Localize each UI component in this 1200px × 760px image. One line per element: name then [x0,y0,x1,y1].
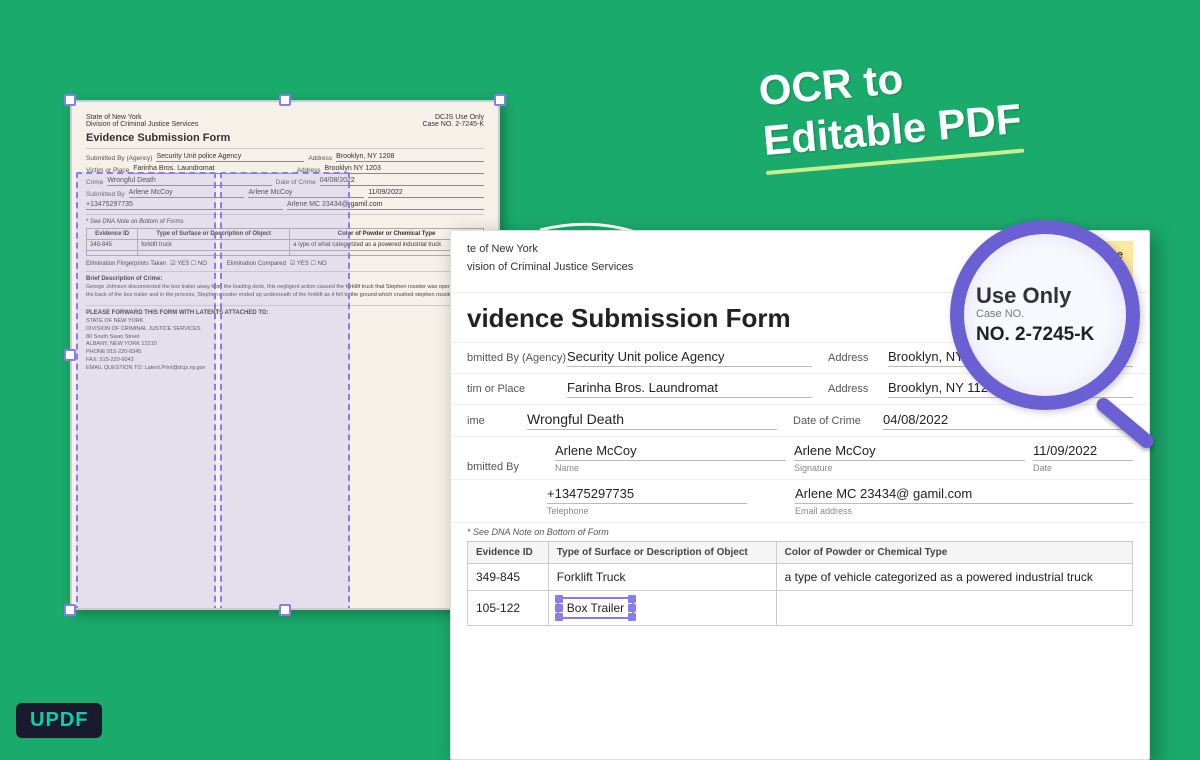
pdf-sig-label: Signature [794,463,1025,473]
pdf-telephone[interactable]: +13475297735 [547,486,747,504]
evidence-col-color: Color of Powder or Chemical Type [776,542,1132,564]
pdf-state: te of New York [467,241,633,259]
sf-dcjs-label: DCJS Use Only [423,114,484,121]
sf-addr1-value: Brooklyn, NY 1208 [336,153,484,162]
pdf-addr1-label: Address [828,352,888,364]
sf-division: Division of Criminal Justice Services [86,121,198,128]
pdf-victim-label: tim or Place [467,383,567,395]
pdf-sub-label: bmitted By [467,461,547,473]
pdf-dna-note: * See DNA Note on Bottom of Form [451,523,1149,541]
pdf-date-label: Date [1033,463,1133,473]
pdf-submit-row: bmitted By Arlene McCoy Name Arlene McCo… [451,437,1149,480]
ocr-label: OCR to Editable PDF [757,44,1025,175]
mag-use-only: Use Only [976,284,1071,308]
sf-submitted-value: Security Unit police Agency [156,153,304,162]
magnifier-circle: Use Only Case NO. NO. 2-7245-K [950,220,1140,410]
magnifier: Use Only Case NO. NO. 2-7245-K [950,220,1170,440]
pdf-crime-value[interactable]: Wrongful Death [527,411,777,430]
evidence-color-2[interactable] [776,591,1132,626]
pdf-sub-date[interactable]: 11/09/2022 [1033,443,1133,461]
pdf-victim-value[interactable]: Farinha Bros. Laundromat [567,380,812,398]
evidence-color-1[interactable]: a type of vehicle categorized as a power… [776,564,1132,591]
evidence-col-surface: Type of Surface or Description of Object [548,542,776,564]
pdf-evidence-table: Evidence ID Type of Surface or Descripti… [467,541,1133,626]
evidence-id-1[interactable]: 349-845 [468,564,549,591]
mag-case-label: Case NO. [976,308,1024,320]
box-trailer-text: Box Trailer [567,601,624,615]
pdf-submitted-label: bmitted By (Agency) [467,352,567,364]
pdf-contact-row: +13475297735 Telephone Arlene MC 23434@ … [451,480,1149,523]
sf-case-no: Case NO. 2-7245-K [423,121,484,128]
sf-sub-date: 11/09/2022 [368,189,484,198]
sf-state: State of New York [86,114,198,121]
evidence-id-2[interactable]: 105-122 [468,591,549,626]
pdf-telephone-label: Telephone [547,506,747,516]
pdf-doc-label: Date of Crime [793,415,883,427]
col-highlight-1 [76,172,216,610]
mag-case-value: NO. 2-7245-K [976,324,1094,347]
pdf-addr2-label: Address [828,383,888,395]
evidence-surface-1[interactable]: Forklift Truck [548,564,776,591]
evidence-col-id: Evidence ID [468,542,549,564]
pdf-crime-label: ime [467,415,527,427]
col-highlight-2 [220,172,350,610]
scan-form: State of New York Division of Criminal J… [70,100,500,610]
box-trailer-selected[interactable]: Box Trailer [557,597,634,619]
pdf-sub-sig[interactable]: Arlene McCoy [794,443,1025,461]
pdf-sub-name[interactable]: Arlene McCoy [555,443,786,461]
evidence-row-2: 105-122 Box Trailer [468,591,1133,626]
sf-addr1-label: Address [308,155,332,162]
evidence-row-1: 349-845 Forklift Truck a type of vehicle… [468,564,1133,591]
pdf-submitted-value[interactable]: Security Unit police Agency [567,349,812,367]
sf-submitted-label: Submitted By (Agency) [86,155,152,162]
pdf-email-label: Email address [795,506,1133,516]
pdf-email[interactable]: Arlene MC 23434@ gamil.com [795,486,1133,504]
pdf-division: vision of Criminal Justice Services [467,259,633,277]
updf-logo[interactable]: UPDF [16,703,102,738]
sf-title: Evidence Submission Form [86,132,484,144]
evidence-header-row: Evidence ID Type of Surface or Descripti… [468,542,1133,564]
pdf-name-label: Name [555,463,786,473]
evidence-surface-2[interactable]: Box Trailer [548,591,776,626]
